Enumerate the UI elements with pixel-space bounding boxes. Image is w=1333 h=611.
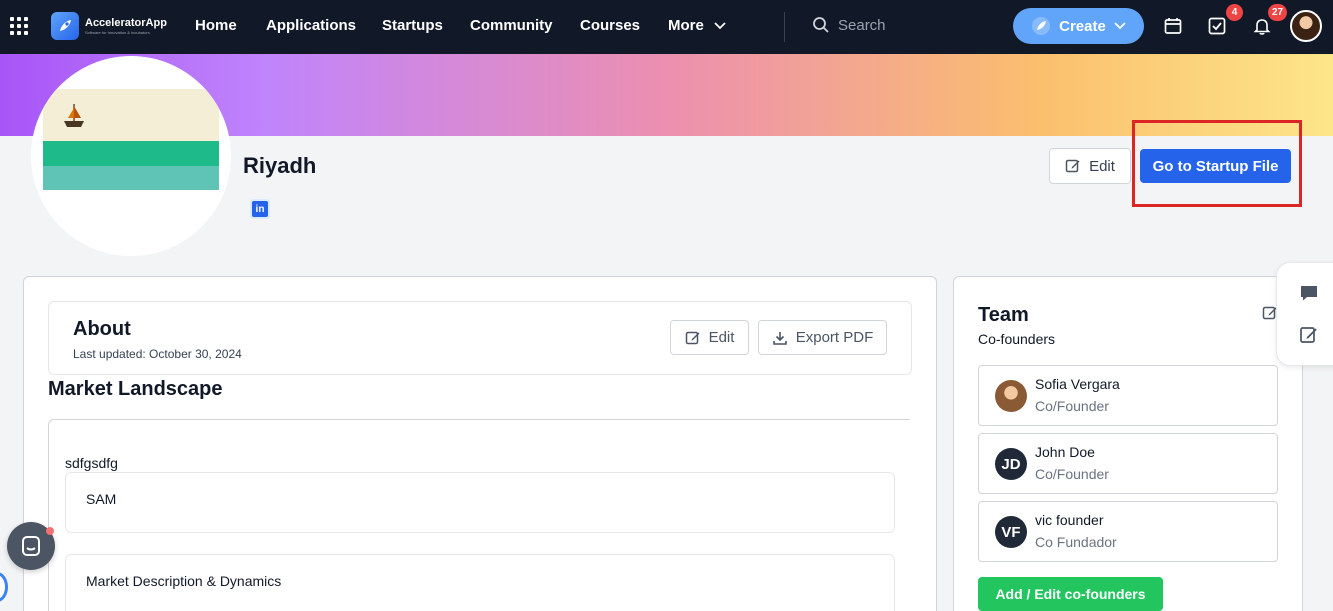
search-icon bbox=[813, 17, 829, 33]
member-name: vic founder bbox=[1035, 512, 1104, 528]
edit-icon bbox=[685, 331, 700, 344]
member-role: Co/Founder bbox=[1035, 466, 1109, 482]
search-box[interactable]: Search bbox=[812, 16, 886, 34]
nav-home[interactable]: Home bbox=[195, 17, 237, 34]
nav-more-label: More bbox=[668, 17, 704, 34]
startup-name: Riyadh bbox=[243, 153, 317, 178]
edit-note-icon[interactable] bbox=[1299, 325, 1319, 345]
download-icon bbox=[772, 331, 787, 345]
about-edit-label: Edit bbox=[708, 329, 735, 346]
chat-icon bbox=[22, 536, 40, 556]
comment-icon[interactable] bbox=[1299, 283, 1319, 303]
startup-logo bbox=[31, 56, 231, 256]
member-name: John Doe bbox=[1035, 444, 1095, 460]
edit-icon bbox=[1065, 159, 1080, 173]
team-subtitle: Co-founders bbox=[978, 331, 1056, 347]
brand-logo[interactable]: AcceleratorApp Software for Innovation &… bbox=[51, 12, 167, 40]
notifications-badge: 27 bbox=[1268, 4, 1288, 21]
about-last-updated: Last updated: October 30, 2024 bbox=[73, 347, 242, 361]
linkedin-icon: in bbox=[252, 201, 268, 217]
member-avatar: JD bbox=[995, 448, 1027, 480]
apps-grid-icon[interactable] bbox=[10, 17, 28, 35]
nav-community[interactable]: Community bbox=[470, 17, 553, 34]
export-pdf-label: Export PDF bbox=[795, 329, 874, 346]
linkedin-link[interactable]: in bbox=[250, 199, 270, 219]
nav-startups[interactable]: Startups bbox=[382, 17, 443, 34]
brand-name: AcceleratorApp bbox=[85, 16, 167, 29]
chat-unread-dot bbox=[46, 527, 54, 535]
market-landscape-title: Market Landscape bbox=[48, 378, 223, 400]
market-description-label: Market Description & Dynamics bbox=[86, 573, 282, 589]
add-edit-cofounders-button[interactable]: Add / Edit co-founders bbox=[978, 577, 1163, 611]
about-edit-button[interactable]: Edit bbox=[670, 320, 749, 355]
team-member-card[interactable]: JD John Doe Co/Founder bbox=[978, 433, 1278, 494]
calendar-icon[interactable] bbox=[1162, 15, 1184, 37]
user-avatar[interactable] bbox=[1290, 10, 1322, 42]
chevron-down-icon bbox=[1114, 22, 1126, 30]
rocket-logo-icon bbox=[51, 12, 79, 40]
create-label: Create bbox=[1059, 17, 1106, 35]
create-button[interactable]: Create bbox=[1013, 8, 1144, 44]
brand-tagline: Software for Innovation & Incubators bbox=[85, 29, 150, 35]
member-avatar bbox=[995, 380, 1027, 412]
market-text: sdfgsdfg bbox=[65, 455, 118, 471]
chevron-down-icon bbox=[714, 22, 726, 30]
tasks-badge: 4 bbox=[1226, 4, 1243, 21]
nav-divider bbox=[784, 12, 785, 42]
team-title: Team bbox=[978, 304, 1029, 326]
floating-side-panel bbox=[1276, 262, 1333, 366]
team-member-card[interactable]: VF vic founder Co Fundador bbox=[978, 501, 1278, 562]
go-to-startup-file-button[interactable]: Go to Startup File bbox=[1140, 149, 1291, 183]
edge-widget[interactable] bbox=[0, 572, 8, 602]
nav-courses[interactable]: Courses bbox=[580, 17, 640, 34]
sam-label: SAM bbox=[86, 491, 117, 507]
team-member-card[interactable]: Sofia Vergara Co/Founder bbox=[978, 365, 1278, 426]
nav-applications[interactable]: Applications bbox=[266, 17, 356, 34]
tasks-check-icon[interactable] bbox=[1206, 15, 1228, 37]
edit-profile-label: Edit bbox=[1089, 157, 1115, 175]
member-role: Co Fundador bbox=[1035, 534, 1117, 550]
search-placeholder: Search bbox=[838, 16, 886, 34]
nav-more[interactable]: More bbox=[668, 17, 726, 34]
sam-box bbox=[65, 472, 895, 533]
member-avatar: VF bbox=[995, 516, 1027, 548]
edit-profile-button[interactable]: Edit bbox=[1049, 148, 1131, 184]
member-role: Co/Founder bbox=[1035, 398, 1109, 414]
member-name: Sofia Vergara bbox=[1035, 376, 1120, 392]
top-navbar: AcceleratorApp Software for Innovation &… bbox=[0, 0, 1333, 54]
startup-logo-image bbox=[43, 89, 219, 190]
rocket-icon bbox=[1032, 17, 1051, 35]
about-title: About bbox=[73, 318, 131, 340]
boat-icon bbox=[64, 104, 84, 127]
export-pdf-button[interactable]: Export PDF bbox=[758, 320, 887, 355]
